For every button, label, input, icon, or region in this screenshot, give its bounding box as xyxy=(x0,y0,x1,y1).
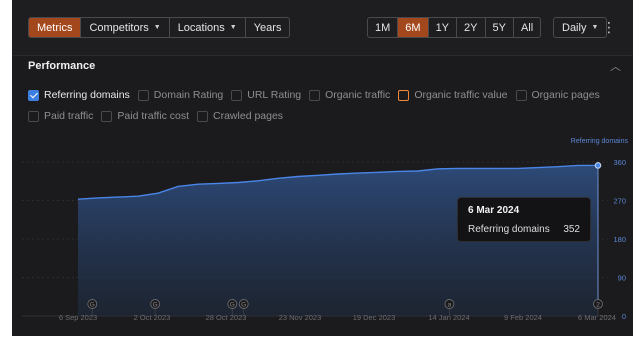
metric-toggles-row-2: Paid traffic Paid traffic cost Crawled pag… xyxy=(28,109,291,123)
chart-tooltip: 6 Mar 2024 Referring domains 352 xyxy=(457,197,591,242)
annotation-marker-label: 2 xyxy=(596,301,600,308)
y-tick-label: 270 xyxy=(613,197,626,206)
checkbox[interactable] xyxy=(28,89,39,101)
tab-label: Metrics xyxy=(37,21,73,34)
metric-label: Paid traffic cost xyxy=(117,110,190,122)
annotation-marker-label: a xyxy=(448,301,452,308)
checkbox[interactable] xyxy=(101,110,113,122)
x-tick-label: 23 Nov 2023 xyxy=(279,313,322,322)
checkbox[interactable] xyxy=(231,89,243,101)
y-tick-label: 0 xyxy=(622,312,626,321)
interval-dropdown[interactable]: Daily ▼ xyxy=(553,17,608,38)
y-tick-label: 180 xyxy=(613,235,626,244)
metric-url-rating[interactable]: URL Rating xyxy=(231,88,301,102)
metric-label: Organic traffic value xyxy=(414,89,508,101)
metric-label: Organic pages xyxy=(531,89,600,101)
hover-point[interactable] xyxy=(594,162,602,169)
tooltip-metric: Referring domains xyxy=(468,224,550,235)
x-tick-label: 19 Dec 2023 xyxy=(353,313,396,322)
checkbox[interactable] xyxy=(515,89,527,101)
metric-label: Crawled pages xyxy=(213,110,284,122)
metric-organic-traffic-value[interactable]: Organic traffic value xyxy=(398,88,508,102)
tab-label: Years xyxy=(253,21,282,34)
x-tick-label: 14 Jan 2024 xyxy=(428,313,469,322)
tab-years[interactable]: Years xyxy=(244,18,290,37)
range-6m[interactable]: 6M xyxy=(397,18,428,37)
range-all[interactable]: All xyxy=(512,18,540,37)
x-tick-label: 2 Oct 2023 xyxy=(134,313,171,322)
view-tabs: Metrics Competitors ▼ Locations ▼ Years xyxy=(28,17,291,38)
range-1m[interactable]: 1M xyxy=(368,18,397,37)
annotation-marker-label: G xyxy=(241,301,246,308)
checkbox[interactable] xyxy=(309,89,321,101)
tab-label: Competitors xyxy=(89,21,149,34)
checkbox[interactable] xyxy=(398,89,410,101)
range-selector: 1M 6M 1Y 2Y 5Y All xyxy=(367,17,542,38)
app-frame: Metrics Competitors ▼ Locations ▼ Years 1M 6M 1… xyxy=(12,0,633,336)
kebab-menu-icon[interactable]: ⋮ xyxy=(602,17,616,38)
metric-label: Domain Rating xyxy=(153,89,224,101)
tooltip-date: 6 Mar 2024 xyxy=(468,205,520,216)
tab-metrics[interactable]: Metrics xyxy=(29,18,81,37)
x-tick-label: 28 Oct 2023 xyxy=(206,313,247,322)
metric-paid-traffic-cost[interactable]: Paid traffic cost xyxy=(101,109,189,123)
checkbox[interactable] xyxy=(197,110,209,122)
toolbar: Metrics Competitors ▼ Locations ▼ Years 1M 6M 1… xyxy=(12,0,633,56)
metric-referring-domains[interactable]: Referring domains xyxy=(28,88,130,102)
metric-toggles-row-1: Referring domains Domain Rating URL Rating… xyxy=(28,88,608,102)
annotation-marker-label: G xyxy=(230,301,235,308)
checkbox[interactable] xyxy=(28,110,39,122)
chevron-down-icon: ▼ xyxy=(153,24,161,31)
series-label: Referring domains xyxy=(571,138,629,145)
range-1y[interactable]: 1Y xyxy=(427,18,456,37)
range-2y[interactable]: 2Y xyxy=(456,18,484,37)
metric-domain-rating[interactable]: Domain Rating xyxy=(137,88,224,102)
y-tick-label: 90 xyxy=(618,274,626,283)
interval-label: Daily xyxy=(562,21,587,34)
x-tick-label: 9 Feb 2024 xyxy=(504,313,542,322)
section-title: Performance xyxy=(28,60,96,72)
metric-crawled-pages[interactable]: Crawled pages xyxy=(197,109,283,123)
tab-competitors[interactable]: Competitors ▼ xyxy=(80,18,168,37)
x-tick-label: 6 Sep 2023 xyxy=(59,313,97,322)
metric-label: Paid traffic xyxy=(44,110,94,122)
chevron-up-icon[interactable]: ︿ xyxy=(610,58,621,74)
annotation-marker-label: G xyxy=(90,301,95,308)
tab-locations[interactable]: Locations ▼ xyxy=(168,18,245,37)
chevron-down-icon: ▼ xyxy=(229,24,237,31)
metric-label: Referring domains xyxy=(44,89,130,101)
metric-organic-pages[interactable]: Organic pages xyxy=(515,88,600,102)
tooltip-value: 352 xyxy=(563,224,580,235)
metric-label: URL Rating xyxy=(247,89,302,101)
metric-label: Organic traffic xyxy=(325,89,391,101)
y-tick-label: 360 xyxy=(613,158,626,167)
x-tick-label: 6 Mar 2024 xyxy=(578,313,616,322)
metric-organic-traffic[interactable]: Organic traffic xyxy=(309,88,390,102)
annotation-marker-label: G xyxy=(153,301,158,308)
range-5y[interactable]: 5Y xyxy=(484,18,513,37)
chevron-down-icon: ▼ xyxy=(591,24,599,31)
metric-paid-traffic[interactable]: Paid traffic xyxy=(28,109,93,123)
tab-label: Locations xyxy=(177,21,225,34)
checkbox[interactable] xyxy=(137,89,149,101)
